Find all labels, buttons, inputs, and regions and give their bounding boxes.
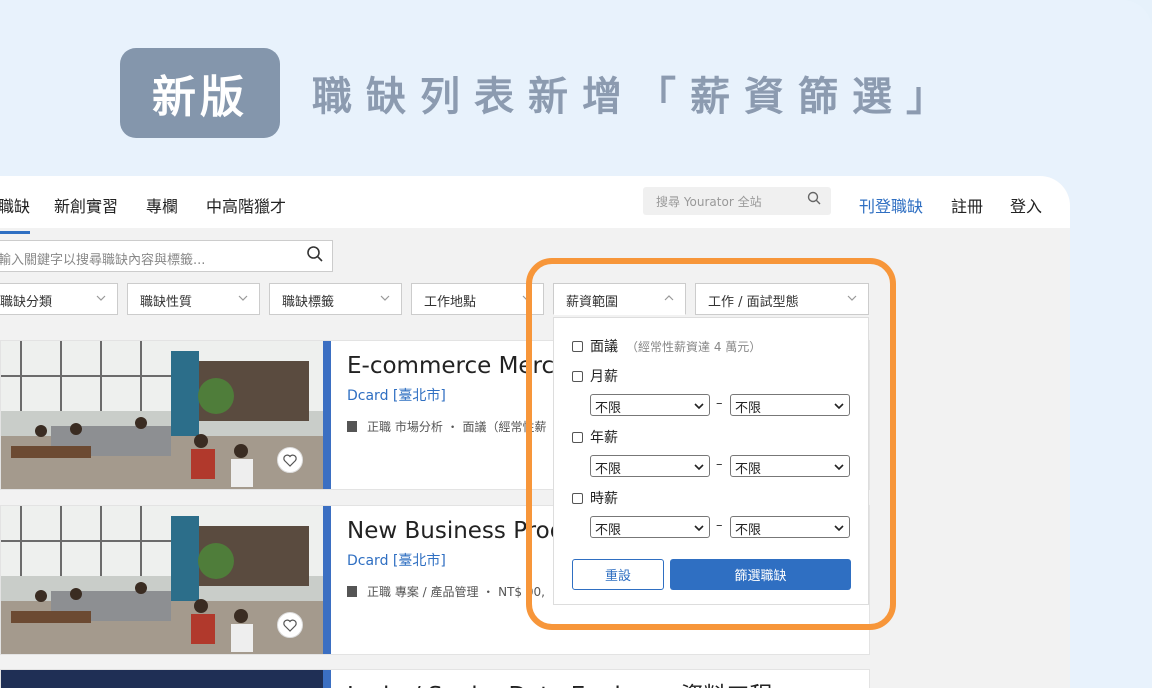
job-title[interactable]: Junior/ Senior Data Engineer 資料工程: [347, 676, 772, 688]
highlight-outline: [526, 258, 896, 630]
keyword-search-placeholder: 輸入關鍵字以搜尋職缺內容與標籤...: [0, 253, 206, 268]
filter-label: 職缺性質: [140, 295, 193, 310]
site-search-input[interactable]: 搜尋 Yourator 全站: [643, 187, 831, 215]
chevron-down-icon: [238, 295, 248, 301]
tab-column[interactable]: 專欄: [146, 193, 178, 217]
company-name[interactable]: Dcard [臺北市]: [347, 385, 446, 405]
card-accent-bar: [323, 506, 331, 654]
tab-executive-headhunt[interactable]: 中高階獵才: [206, 193, 286, 217]
search-icon: [807, 191, 821, 208]
job-meta-text: 正職 專案 / 產品管理 ・ NT$ 00,: [367, 585, 545, 599]
search-icon: [306, 245, 324, 267]
headline: 新版 職缺列表新增「薪資篩選」: [120, 48, 960, 138]
office-photo: [1, 506, 323, 654]
promo-frame: 新版 職缺列表新增「薪資篩選」 職缺 新創實習 專欄 中高階獵才 搜尋 Your…: [0, 0, 1152, 688]
job-meta-text: 正職 市場分析 ・ 面議（經常性薪: [367, 420, 547, 434]
chevron-down-icon: [380, 295, 390, 301]
chevron-down-icon: [96, 295, 106, 301]
job-photo: [1, 670, 323, 688]
headline-text: 職缺列表新增「薪資篩選」: [312, 74, 960, 120]
building-icon: [347, 421, 357, 432]
register-link[interactable]: 註冊: [951, 193, 983, 217]
filter-label: 職缺分類: [0, 295, 53, 310]
tab-jobs[interactable]: 職缺: [0, 193, 31, 234]
top-nav: 職缺 新創實習 專欄 中高階獵才 搜尋 Yourator 全站 刊登職缺 註冊 …: [0, 176, 1070, 234]
site-search-placeholder: 搜尋 Yourator 全站: [656, 195, 762, 209]
post-job-link[interactable]: 刊登職缺: [859, 193, 923, 217]
job-meta: 正職 市場分析 ・ 面議（經常性薪: [347, 418, 546, 435]
filter-job-tags[interactable]: 職缺標籤: [269, 283, 402, 315]
keyword-search-input[interactable]: 輸入關鍵字以搜尋職缺內容與標籤...: [0, 240, 333, 272]
filter-location[interactable]: 工作地點: [411, 283, 544, 315]
filter-job-category[interactable]: 職缺分類: [0, 283, 118, 315]
job-meta: 正職 專案 / 產品管理 ・ NT$ 00,: [347, 583, 545, 600]
tab-startup-internship[interactable]: 新創實習: [54, 193, 118, 217]
filter-label: 職缺標籤: [282, 295, 335, 310]
login-link[interactable]: 登入: [1010, 193, 1042, 217]
building-icon: [347, 586, 357, 597]
heart-icon[interactable]: [277, 447, 303, 473]
job-card[interactable]: Junior/ Senior Data Engineer 資料工程: [0, 669, 870, 688]
new-badge: 新版: [120, 48, 280, 138]
card-accent-bar: [323, 341, 331, 489]
heart-icon[interactable]: [277, 612, 303, 638]
filter-label: 工作地點: [424, 295, 477, 310]
company-name[interactable]: Dcard [臺北市]: [347, 550, 446, 570]
office-photo: [1, 341, 323, 489]
filter-job-type[interactable]: 職缺性質: [127, 283, 260, 315]
card-accent-bar: [323, 670, 331, 688]
